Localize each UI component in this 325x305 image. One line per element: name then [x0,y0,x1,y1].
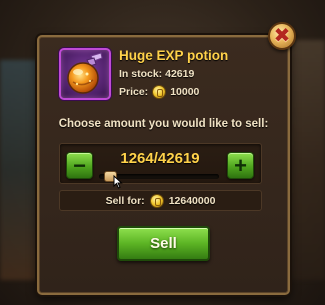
increase-amount-button[interactable]: + [227,152,254,179]
mouse-cursor-icon [113,175,123,189]
sell-amount-prompt: Choose amount you would like to sell: [58,118,269,130]
sell-for-summary: Sell for: 12640000 [59,190,262,211]
quantity-display: 1264/42619 [120,150,200,167]
close-icon: ✖ [273,25,291,47]
price-info: Price: 10000 [119,84,199,100]
exp-potion-icon [67,52,103,94]
sell-for-value: 12640000 [168,194,216,207]
gold-coin-icon [150,194,163,207]
sell-button[interactable]: Sell [117,226,210,261]
price-label: Price: [119,86,149,98]
sell-button-label: Sell [150,235,177,252]
item-icon-frame [59,48,111,100]
stock-value: 42619 [165,68,195,80]
gold-coin-icon [153,86,166,98]
item-name: Huge EXP potion [119,48,229,63]
minus-icon: − [73,152,86,178]
close-button[interactable]: ✖ [268,22,296,50]
price-value: 10000 [170,86,200,98]
stock-label: In stock: [119,68,163,80]
plus-icon: + [234,152,247,178]
sell-for-label: Sell for: [105,194,145,207]
background-scene-left [0,60,40,280]
stock-info: In stock: 42619 [119,68,194,80]
decrease-amount-button[interactable]: − [66,152,93,179]
